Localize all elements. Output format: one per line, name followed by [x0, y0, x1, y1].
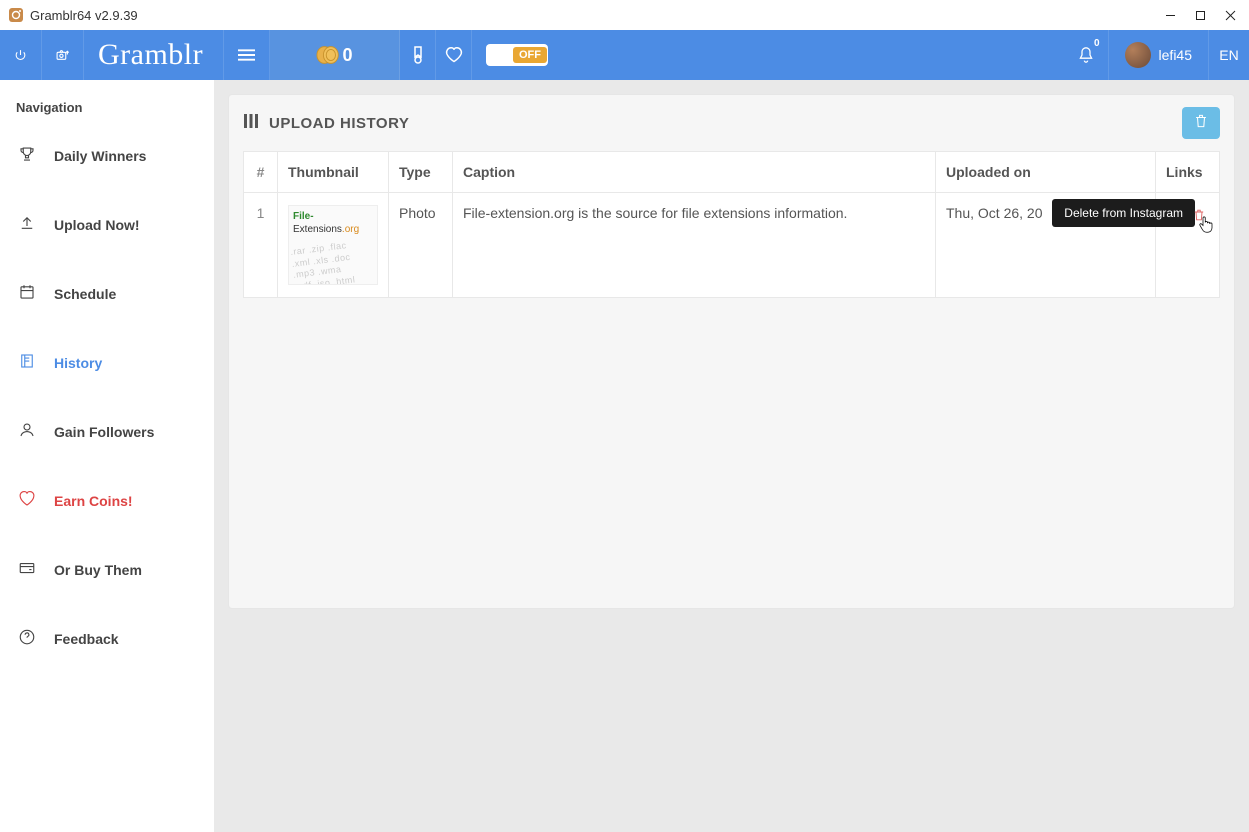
- coins-icon: [316, 45, 342, 65]
- window-titlebar: Gramblr64 v2.9.39: [0, 0, 1249, 30]
- brand-logo[interactable]: Gramblr: [84, 30, 224, 80]
- sidebar-item-feedback[interactable]: Feedback: [0, 614, 214, 663]
- trash-icon: [1194, 113, 1208, 134]
- notif-count: 0: [1094, 38, 1100, 49]
- cell-thumbnail: File-Extensions.org .rar .zip .flac.xml …: [278, 193, 389, 298]
- sidebar-item-label: History: [54, 355, 102, 371]
- sidebar-item-gain-followers[interactable]: Gain Followers: [0, 407, 214, 456]
- thumbnail-image[interactable]: File-Extensions.org .rar .zip .flac.xml …: [288, 205, 378, 285]
- cell-links: Delete from Instagram: [1156, 193, 1220, 298]
- sidebar-item-history[interactable]: History: [0, 338, 214, 387]
- notifications-button[interactable]: 0: [1064, 30, 1109, 80]
- window-minimize-button[interactable]: [1155, 0, 1185, 30]
- sidebar-item-upload-now[interactable]: Upload Now!: [0, 200, 214, 249]
- window-maximize-button[interactable]: [1185, 0, 1215, 30]
- window-close-button[interactable]: [1215, 0, 1245, 30]
- trophy-icon: [18, 145, 36, 166]
- col-number: #: [244, 152, 278, 193]
- content-area: UPLOAD HISTORY # Thumbnail Type Caption …: [214, 80, 1249, 832]
- cell-caption: File-extension.org is the source for fil…: [453, 193, 936, 298]
- history-table: # Thumbnail Type Caption Uploaded on Lin…: [243, 151, 1220, 298]
- sidebar-item-label: Gain Followers: [54, 424, 154, 440]
- sidebar-item-schedule[interactable]: Schedule: [0, 269, 214, 318]
- heart-button[interactable]: [436, 30, 472, 80]
- sidebar-item-label: Earn Coins!: [54, 493, 133, 509]
- calendar-icon: [18, 283, 36, 304]
- history-icon: [18, 352, 36, 373]
- menu-toggle-button[interactable]: [224, 30, 270, 80]
- sidebar-item-label: Feedback: [54, 631, 119, 647]
- promo-toggle[interactable]: OFF: [486, 44, 548, 66]
- toggle-label: OFF: [513, 47, 547, 63]
- window-title: Gramblr64 v2.9.39: [30, 8, 138, 23]
- tooltip: Delete from Instagram: [1052, 199, 1195, 227]
- sidebar-item-label: Or Buy Them: [54, 562, 142, 578]
- sidebar-item-earn-coins[interactable]: Earn Coins!: [0, 476, 214, 525]
- col-links: Links: [1156, 152, 1220, 193]
- upload-history-panel: UPLOAD HISTORY # Thumbnail Type Caption …: [228, 94, 1235, 609]
- cell-type: Photo: [389, 193, 453, 298]
- coins-value: 0: [342, 45, 352, 66]
- help-icon: [18, 628, 36, 649]
- topbar: Gramblr 0 OFF 0 lefi45 EN: [0, 30, 1249, 80]
- sidebar: Navigation Daily Winners Upload Now! Sch…: [0, 80, 214, 832]
- sidebar-item-buy-coins[interactable]: Or Buy Them: [0, 545, 214, 594]
- bars-icon: [243, 113, 259, 133]
- avatar: [1125, 42, 1151, 68]
- table-row: 1 File-Extensions.org .rar .zip .flac.xm…: [244, 193, 1220, 298]
- col-caption: Caption: [453, 152, 936, 193]
- cell-number: 1: [244, 193, 278, 298]
- user-icon: [18, 421, 36, 442]
- coins-counter[interactable]: 0: [270, 30, 400, 80]
- username: lefi45: [1159, 47, 1192, 63]
- topbar-spacer: [562, 30, 1064, 80]
- sidebar-item-label: Upload Now!: [54, 217, 140, 233]
- cursor-pointer-icon: [1198, 215, 1214, 236]
- camera-upload-button[interactable]: [42, 30, 84, 80]
- app-icon: [8, 7, 24, 23]
- card-icon: [18, 559, 36, 580]
- clear-history-button[interactable]: [1182, 107, 1220, 139]
- power-button[interactable]: [0, 30, 42, 80]
- sidebar-item-daily-winners[interactable]: Daily Winners: [0, 131, 214, 180]
- sidebar-item-label: Daily Winners: [54, 148, 146, 164]
- upload-icon: [18, 214, 36, 235]
- user-menu[interactable]: lefi45: [1109, 30, 1209, 80]
- panel-title: UPLOAD HISTORY: [243, 113, 409, 133]
- language-selector[interactable]: EN: [1209, 30, 1249, 80]
- col-uploaded: Uploaded on: [936, 152, 1156, 193]
- nav-heading: Navigation: [0, 94, 214, 131]
- ribbon-button[interactable]: [400, 30, 436, 80]
- col-thumbnail: Thumbnail: [278, 152, 389, 193]
- sidebar-item-label: Schedule: [54, 286, 116, 302]
- heart-icon: [18, 490, 36, 511]
- table-header-row: # Thumbnail Type Caption Uploaded on Lin…: [244, 152, 1220, 193]
- col-type: Type: [389, 152, 453, 193]
